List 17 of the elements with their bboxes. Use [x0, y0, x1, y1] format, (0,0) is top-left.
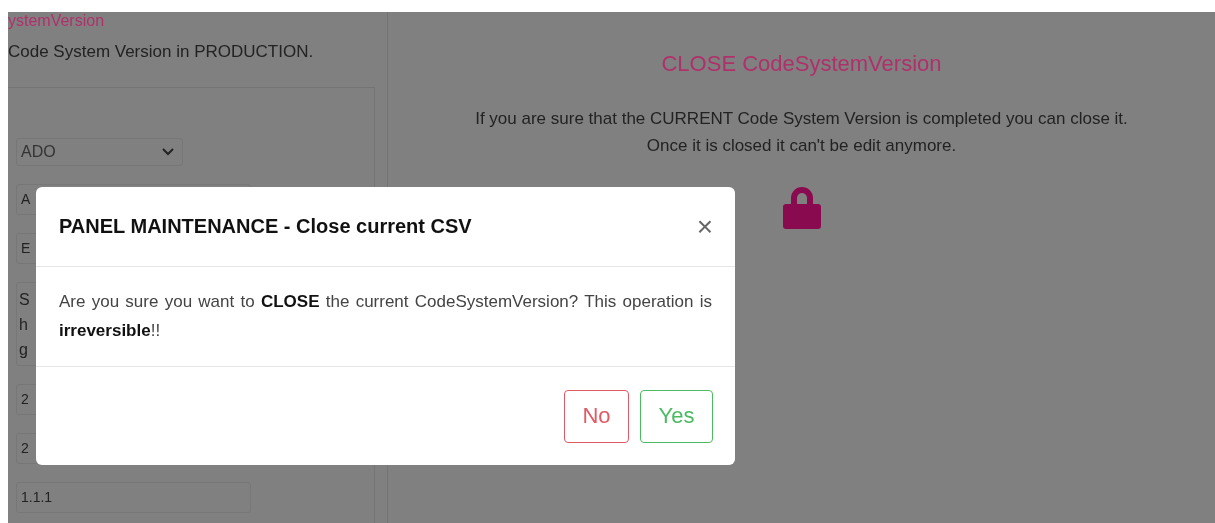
dialog-title: PANEL MAINTENANCE - Close current CSV — [59, 215, 472, 238]
input-field[interactable]: 1.1.1 — [16, 482, 251, 513]
chevron-down-icon — [162, 148, 174, 156]
no-button[interactable]: No — [564, 389, 629, 443]
lock-icon — [781, 185, 822, 229]
text-line: g — [19, 340, 28, 360]
dialog-message: Are you sure you want to CLOSE the current CodeSystemVersion? This operation is irreversible!! — [59, 291, 712, 342]
yes-button[interactable]: Yes — [640, 389, 713, 443]
section-title: CLOSE CodeSystemVersion — [661, 51, 942, 77]
info-text: If you are sure that the CURRENT Code System Version is completed you can close it. — [475, 108, 1128, 130]
description-text: Code System Version in PRODUCTION. — [8, 42, 315, 62]
text-line: h — [19, 315, 28, 335]
text-line: S — [19, 290, 30, 310]
section-title: ystemVersion — [8, 12, 106, 30]
info-text: Once it is closed it can't be edit anymore. — [646, 135, 957, 157]
close-button[interactable]: × — [696, 212, 713, 241]
dropdown-select[interactable]: ADO — [16, 138, 183, 166]
